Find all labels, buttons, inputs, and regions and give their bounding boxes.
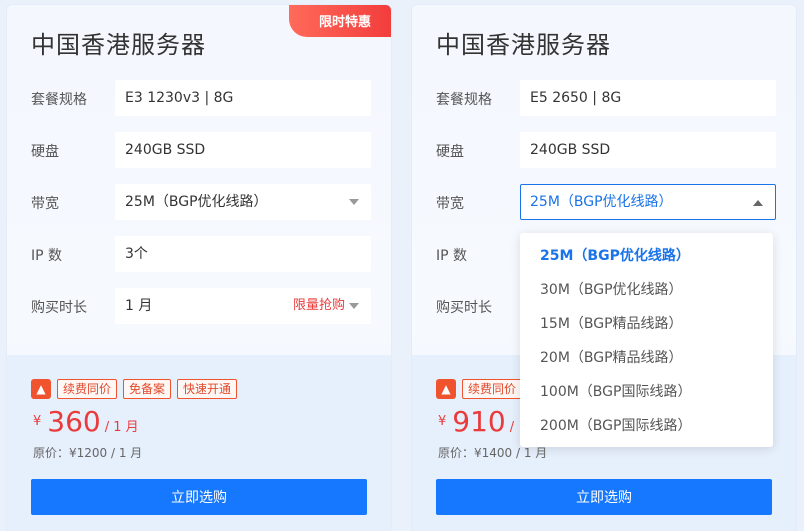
disk-row: 硬盘 240GB SSD [436, 132, 776, 168]
term-label: 购买时长 [436, 300, 492, 316]
feature-tags: ▲ 续费同价 [436, 379, 523, 399]
dropdown-option[interactable]: 15M（BGP精品线路） [520, 307, 773, 341]
bandwidth-dropdown: 25M（BGP优化线路） 30M（BGP优化线路） 15M（BGP精品线路） 2… [520, 233, 773, 447]
term-select-value: 1 月 [125, 298, 153, 314]
term-select[interactable]: 1 月 限量抢购 [115, 288, 371, 324]
ip-value: 3个 [115, 236, 371, 272]
original-price: 原价：¥1200 / 1 月 [33, 446, 143, 460]
term-label: 购买时长 [31, 300, 87, 316]
dropdown-option[interactable]: 100M（BGP国际线路） [520, 375, 773, 409]
bandwidth-select-value: 25M（BGP优化线路） [125, 194, 268, 210]
bandwidth-label: 带宽 [436, 196, 464, 212]
chevron-down-icon [349, 199, 359, 205]
buy-button[interactable]: 立即选购 [436, 479, 772, 515]
card-title: 中国香港服务器 [31, 31, 206, 59]
limited-note: 限量抢购 [292, 298, 345, 313]
disk-value: 240GB SSD [115, 132, 371, 168]
tag-fast-setup: 快速开通 [177, 379, 238, 399]
spec-value: E5 2650 | 8G [520, 80, 776, 116]
ip-label: IP 数 [436, 248, 468, 264]
price-section: ▲ 续费同价 免备案 快速开通 ¥360/ 1 月 原价：¥1200 / 1 月… [7, 355, 391, 531]
spec-value: E3 1230v3 | 8G [115, 80, 371, 116]
bandwidth-select-value: 25M（BGP优化线路） [530, 194, 673, 210]
price: ¥910/ [438, 405, 514, 438]
dropdown-option[interactable]: 30M（BGP优化线路） [520, 273, 773, 307]
product-card-1: 中国香港服务器 限时特惠 套餐规格 E3 1230v3 | 8G 硬盘 240G… [6, 4, 392, 531]
price-amount: 910 [452, 405, 506, 438]
price-unit: / [509, 420, 515, 435]
chevron-down-icon [349, 303, 359, 309]
tag-no-filing: 免备案 [123, 379, 172, 399]
bandwidth-select[interactable]: 25M（BGP优化线路） [520, 184, 776, 220]
bandwidth-label: 带宽 [31, 196, 59, 212]
bandwidth-row: 带宽 25M（BGP优化线路） [436, 184, 776, 220]
tag-renew: 续费同价 [462, 379, 523, 399]
currency-symbol: ¥ [33, 414, 42, 429]
currency-symbol: ¥ [438, 414, 447, 429]
price: ¥360/ 1 月 [33, 405, 139, 438]
ip-label: IP 数 [31, 248, 63, 264]
fire-icon: ▲ [436, 379, 456, 399]
promo-badge: 限时特惠 [289, 5, 391, 37]
spec-row: 套餐规格 E3 1230v3 | 8G [31, 80, 371, 116]
price-unit: / 1 月 [104, 420, 139, 435]
chevron-up-icon [753, 200, 763, 206]
dropdown-option[interactable]: 200M（BGP国际线路） [520, 409, 773, 443]
spec-label: 套餐规格 [31, 92, 87, 108]
dropdown-option[interactable]: 25M（BGP优化线路） [520, 239, 773, 273]
buy-button[interactable]: 立即选购 [31, 479, 367, 515]
disk-row: 硬盘 240GB SSD [31, 132, 371, 168]
term-row: 购买时长 1 月 限量抢购 [31, 288, 371, 324]
bandwidth-select[interactable]: 25M（BGP优化线路） [115, 184, 371, 220]
feature-tags: ▲ 续费同价 免备案 快速开通 [31, 379, 238, 399]
card-title: 中国香港服务器 [436, 31, 611, 59]
ip-row: IP 数 3个 [31, 236, 371, 272]
dropdown-option[interactable]: 20M（BGP精品线路） [520, 341, 773, 375]
disk-value: 240GB SSD [520, 132, 776, 168]
disk-label: 硬盘 [31, 144, 59, 160]
price-amount: 360 [47, 405, 101, 438]
spec-row: 套餐规格 E5 2650 | 8G [436, 80, 776, 116]
spec-label: 套餐规格 [436, 92, 492, 108]
tag-renew: 续费同价 [57, 379, 118, 399]
bandwidth-row: 带宽 25M（BGP优化线路） [31, 184, 371, 220]
fire-icon: ▲ [31, 379, 51, 399]
disk-label: 硬盘 [436, 144, 464, 160]
